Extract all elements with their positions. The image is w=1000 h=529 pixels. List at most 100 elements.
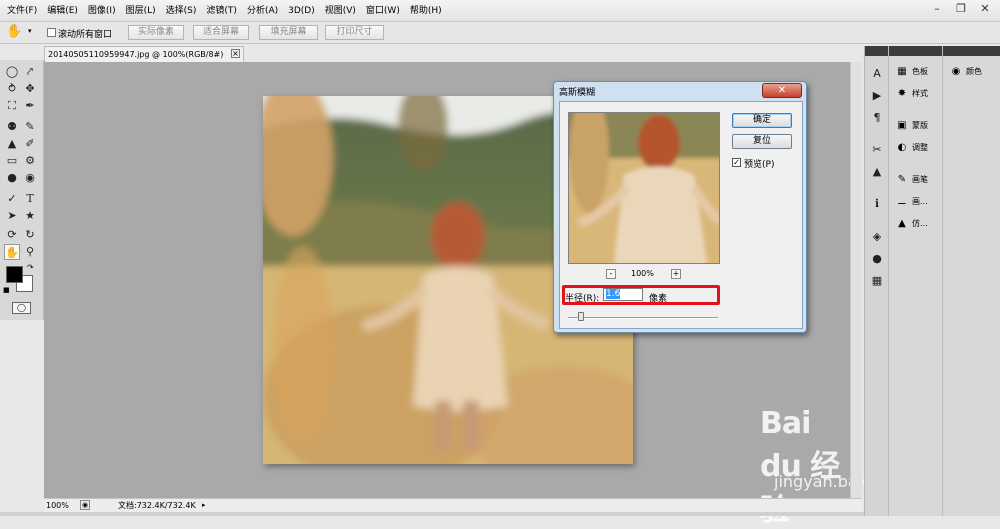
swap-colors-icon[interactable]: ↷ (27, 263, 34, 272)
masks-panel-tab[interactable]: ▣ 蒙版 (889, 115, 942, 137)
character-panel-icon[interactable]: A (869, 66, 885, 82)
healing-brush-tool-icon[interactable]: ⚉ (4, 119, 20, 135)
menu-image[interactable]: 图像(I) (83, 0, 121, 22)
lasso-tool-icon[interactable]: ⥁ (4, 81, 20, 97)
brushes-panel-tab[interactable]: ✎ 画笔 (889, 169, 942, 191)
dialog-close-icon[interactable]: ✕ (762, 83, 802, 98)
brush-presets-label: 画... (912, 197, 928, 206)
clone-stamp-tool-icon[interactable]: ▲ (4, 136, 20, 152)
layers-panel-icon[interactable]: ◈ (869, 229, 885, 245)
preview-checkbox[interactable]: ✓ (732, 158, 741, 167)
hand-tool-icon[interactable]: ✋ (4, 244, 20, 260)
color-panel-column: ◉ 颜色 (942, 46, 1000, 516)
preview-image (569, 113, 719, 263)
adjustments-panel-tab[interactable]: ◐ 调整 (889, 137, 942, 159)
minimize-icon[interactable]: – (925, 0, 949, 18)
styles-panel-tab[interactable]: ✸ 样式 (889, 83, 942, 105)
quick-mask-icon[interactable]: ◯ (12, 302, 31, 314)
clone-source-panel-tab[interactable]: ▲ 仿... (889, 213, 942, 235)
options-bar: ✋ ▾ 滚动所有窗口 实际像素 适合屏幕 填充屏幕 打印尺寸 (0, 22, 1000, 44)
brush-presets-icon: ⚊ (897, 196, 907, 207)
tools-preset-icon[interactable]: ✂ (869, 142, 885, 158)
paths-panel-icon[interactable]: ▦ (869, 273, 885, 289)
default-colors-icon[interactable]: ■ (3, 286, 10, 294)
menu-analysis[interactable]: 分析(A) (242, 0, 283, 22)
styles-label: 样式 (912, 89, 928, 98)
status-info-icon[interactable]: ◉ (80, 500, 90, 510)
brush-tool-icon[interactable]: ✎ (22, 119, 38, 135)
pen-tool-icon[interactable]: ✓ (4, 191, 20, 207)
dodge-tool-icon[interactable]: ◉ (22, 170, 38, 186)
radius-slider-thumb[interactable] (578, 312, 584, 321)
status-bar: 100% ◉ 文档:732.4K/732.4K ▸ (44, 498, 862, 512)
ok-button[interactable]: 确定 (732, 113, 792, 128)
blur-preview[interactable] (568, 112, 720, 264)
menu-items: 文件(F) 编辑(E) 图像(I) 图层(L) 选择(S) 滤镜(T) 分析(A) 3D(D)… (2, 0, 447, 22)
menu-view[interactable]: 视图(V) (320, 0, 361, 22)
paint-bucket-tool-icon[interactable]: ⚙ (22, 153, 38, 169)
vertical-scrollbar[interactable] (850, 62, 862, 498)
color-label: 颜色 (966, 67, 982, 76)
channels-panel-icon[interactable]: ● (869, 251, 885, 267)
bottom-strip (0, 512, 1000, 516)
menu-layer[interactable]: 图层(L) (121, 0, 161, 22)
3d-orbit-tool-icon[interactable]: ↻ (22, 227, 38, 243)
reset-button[interactable]: 复位 (732, 134, 792, 149)
blur-tool-icon[interactable]: ● (4, 170, 20, 186)
preview-zoom-level: 100% (631, 269, 654, 278)
adjustments-label: 调整 (912, 143, 928, 152)
clone-source-label: 仿... (912, 219, 928, 228)
restore-icon[interactable]: ❐ (949, 0, 973, 18)
swatches-panel-tab[interactable]: ▦ 色板 (889, 61, 942, 83)
radius-highlight-box (562, 285, 720, 305)
3d-rotate-tool-icon[interactable]: ⟳ (4, 227, 20, 243)
brush-presets-panel-tab[interactable]: ⚊ 画... (889, 191, 942, 213)
scroll-all-checkbox[interactable] (47, 28, 56, 37)
clone-source-icon[interactable]: ▲ (869, 164, 885, 180)
paragraph-panel-icon[interactable]: ¶ (869, 110, 885, 126)
zoom-tool-icon[interactable]: ⚲ (22, 244, 38, 260)
eraser-tool-icon[interactable]: ▭ (4, 153, 20, 169)
fit-screen-button[interactable]: 适合屏幕 (193, 25, 249, 40)
document-tab-title: 20140505110959947.jpg @ 100%(RGB/8#) (48, 50, 224, 59)
move-tool-icon[interactable]: ⤤ (22, 64, 38, 80)
document-tab[interactable]: 20140505110959947.jpg @ 100%(RGB/8#) × (44, 46, 244, 62)
type-tool-icon[interactable]: T (22, 191, 38, 207)
masks-icon: ▣ (897, 120, 907, 131)
scroll-all-label: 滚动所有窗口 (58, 30, 113, 40)
shape-tool-icon[interactable]: ★ (22, 208, 38, 224)
actions-panel-icon[interactable]: ▶ (869, 88, 885, 104)
actual-pixels-button[interactable]: 实际像素 (128, 25, 184, 40)
color-panel-tab[interactable]: ◉ 颜色 (943, 61, 1000, 83)
status-menu-icon[interactable]: ▸ (202, 499, 206, 512)
swatches-label: 色板 (912, 67, 928, 76)
quick-selection-tool-icon[interactable]: ✥ (22, 81, 38, 97)
menu-window[interactable]: 窗口(W) (361, 0, 405, 22)
fill-screen-button[interactable]: 填充屏幕 (259, 25, 318, 40)
path-selection-tool-icon[interactable]: ➤ (4, 208, 20, 224)
menu-help[interactable]: 帮助(H) (405, 0, 447, 22)
menu-bar: 文件(F) 编辑(E) 图像(I) 图层(L) 选择(S) 滤镜(T) 分析(A) 3D(D)… (0, 0, 1000, 22)
radius-slider-track[interactable] (568, 317, 718, 319)
menu-filter[interactable]: 滤镜(T) (201, 0, 242, 22)
hand-tool-icon[interactable]: ✋ (6, 24, 22, 39)
close-icon[interactable]: ✕ (973, 0, 997, 18)
eyedropper-tool-icon[interactable]: ✒ (22, 98, 38, 114)
toolbox: ◯ ⤤ ⥁ ✥ ⛶ ✒ ⚉ ✎ ▲ ✐ ▭ ⚙ ● ◉ ✓ T ➤ ★ ⟳ ↻ … (0, 60, 44, 320)
foreground-color-front (6, 266, 23, 283)
print-size-button[interactable]: 打印尺寸 (325, 25, 384, 40)
menu-file[interactable]: 文件(F) (2, 0, 42, 22)
menu-select[interactable]: 选择(S) (161, 0, 202, 22)
zoom-out-button[interactable]: - (606, 269, 616, 279)
marquee-tool-icon[interactable]: ◯ (4, 64, 20, 80)
tool-preset-dropdown-icon[interactable]: ▾ (28, 27, 32, 35)
crop-tool-icon[interactable]: ⛶ (4, 98, 20, 114)
brushes-label: 画笔 (912, 175, 928, 184)
history-brush-tool-icon[interactable]: ✐ (22, 136, 38, 152)
info-panel-icon[interactable]: ℹ (869, 196, 885, 212)
menu-edit[interactable]: 编辑(E) (42, 0, 83, 22)
menu-3d[interactable]: 3D(D) (283, 0, 320, 22)
close-tab-icon[interactable]: × (231, 49, 240, 58)
zoom-level[interactable]: 100% (46, 499, 76, 512)
zoom-in-button[interactable]: + (671, 269, 681, 279)
